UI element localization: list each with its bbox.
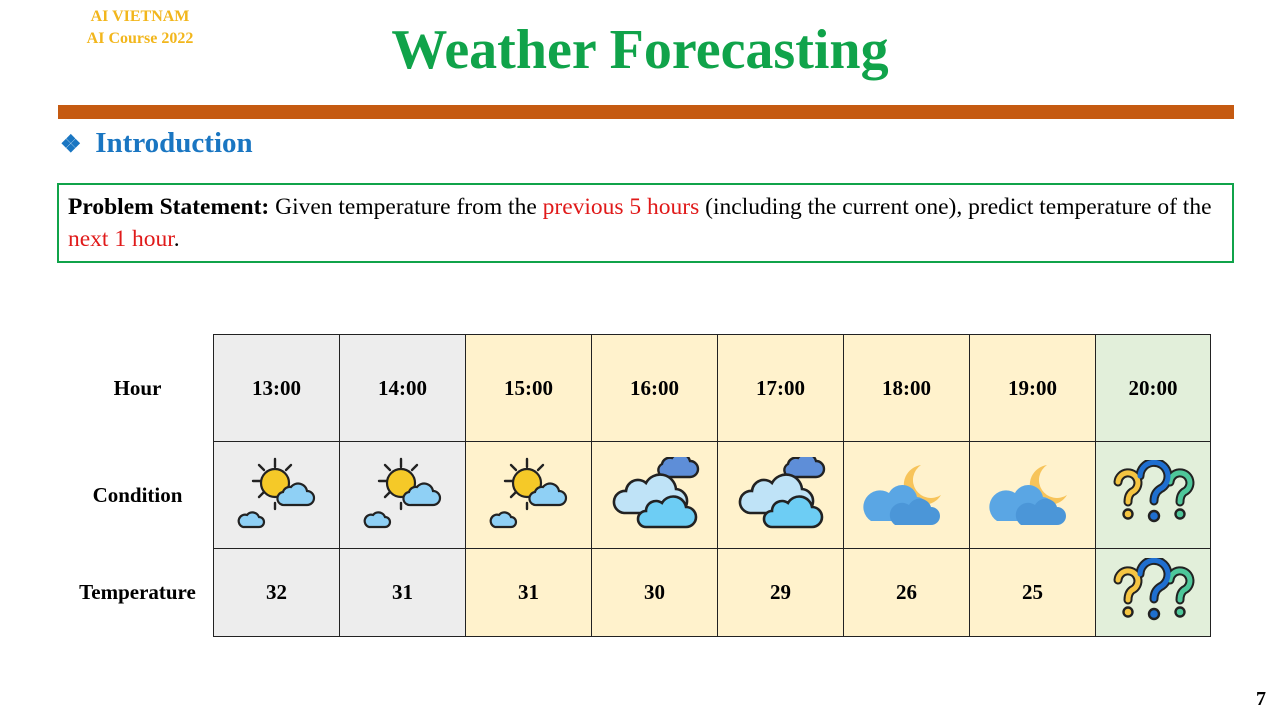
moon-cloud-icon [989, 459, 1077, 531]
hour-cell: 15:00 [465, 334, 592, 442]
condition-cell [843, 441, 970, 549]
problem-text-3: . [173, 226, 180, 252]
row-label-condition: Condition [62, 441, 214, 549]
row-label-temperature: Temperature [62, 548, 214, 637]
sun-cloud-icon [235, 453, 319, 537]
page-number: 7 [1256, 688, 1266, 710]
temperature-cell: 29 [717, 548, 844, 637]
condition-row: Condition [62, 441, 1211, 549]
hour-row: Hour 13:00 14:00 15:00 16:00 17:00 18:00… [62, 334, 1211, 442]
hour-cell: 20:00 [1095, 334, 1211, 442]
condition-cell [465, 441, 592, 549]
problem-label: Problem Statement: [68, 194, 270, 220]
hour-cell: 18:00 [843, 334, 970, 442]
problem-highlight-1: previous 5 hours [542, 194, 700, 220]
temperature-cell: 30 [591, 548, 718, 637]
question-marks-icon [1108, 460, 1198, 530]
problem-statement-box: Problem Statement: Given temperature fro… [57, 183, 1234, 263]
slide-title: Weather Forecasting [391, 19, 889, 81]
temperature-cell: 31 [339, 548, 466, 637]
problem-text-1: Given temperature from the [269, 194, 543, 220]
temperature-cell: 31 [465, 548, 592, 637]
sun-cloud-icon [361, 453, 445, 537]
condition-cell [1095, 441, 1211, 549]
question-marks-icon [1108, 558, 1198, 628]
temperature-cell [1095, 548, 1211, 637]
weather-table: Hour 13:00 14:00 15:00 16:00 17:00 18:00… [62, 334, 1211, 637]
diamond-bullet-icon: ❖ [60, 132, 82, 158]
condition-cell [969, 441, 1096, 549]
row-label-hour: Hour [62, 334, 214, 442]
moon-cloud-icon [863, 459, 951, 531]
cloudy-icon [610, 457, 700, 533]
condition-cell [339, 441, 466, 549]
section-heading: ❖ Introduction [60, 124, 253, 164]
problem-text-2: (including the current one), predict tem… [699, 194, 1212, 220]
hour-cell: 17:00 [717, 334, 844, 442]
temperature-cell: 32 [213, 548, 340, 637]
temperature-cell: 26 [843, 548, 970, 637]
problem-highlight-2: next 1 hour [68, 226, 174, 252]
temperature-cell: 25 [969, 548, 1096, 637]
section-heading-text: Introduction [95, 127, 253, 159]
sun-cloud-icon [487, 453, 571, 537]
hour-cell: 16:00 [591, 334, 718, 442]
cloudy-icon [736, 457, 826, 533]
hour-cell: 19:00 [969, 334, 1096, 442]
hour-cell: 14:00 [339, 334, 466, 442]
title-divider [58, 105, 1234, 119]
condition-cell [213, 441, 340, 549]
hour-cell: 13:00 [213, 334, 340, 442]
condition-cell [717, 441, 844, 549]
temperature-row: Temperature 32 31 31 30 29 26 25 [62, 548, 1211, 637]
condition-cell [591, 441, 718, 549]
